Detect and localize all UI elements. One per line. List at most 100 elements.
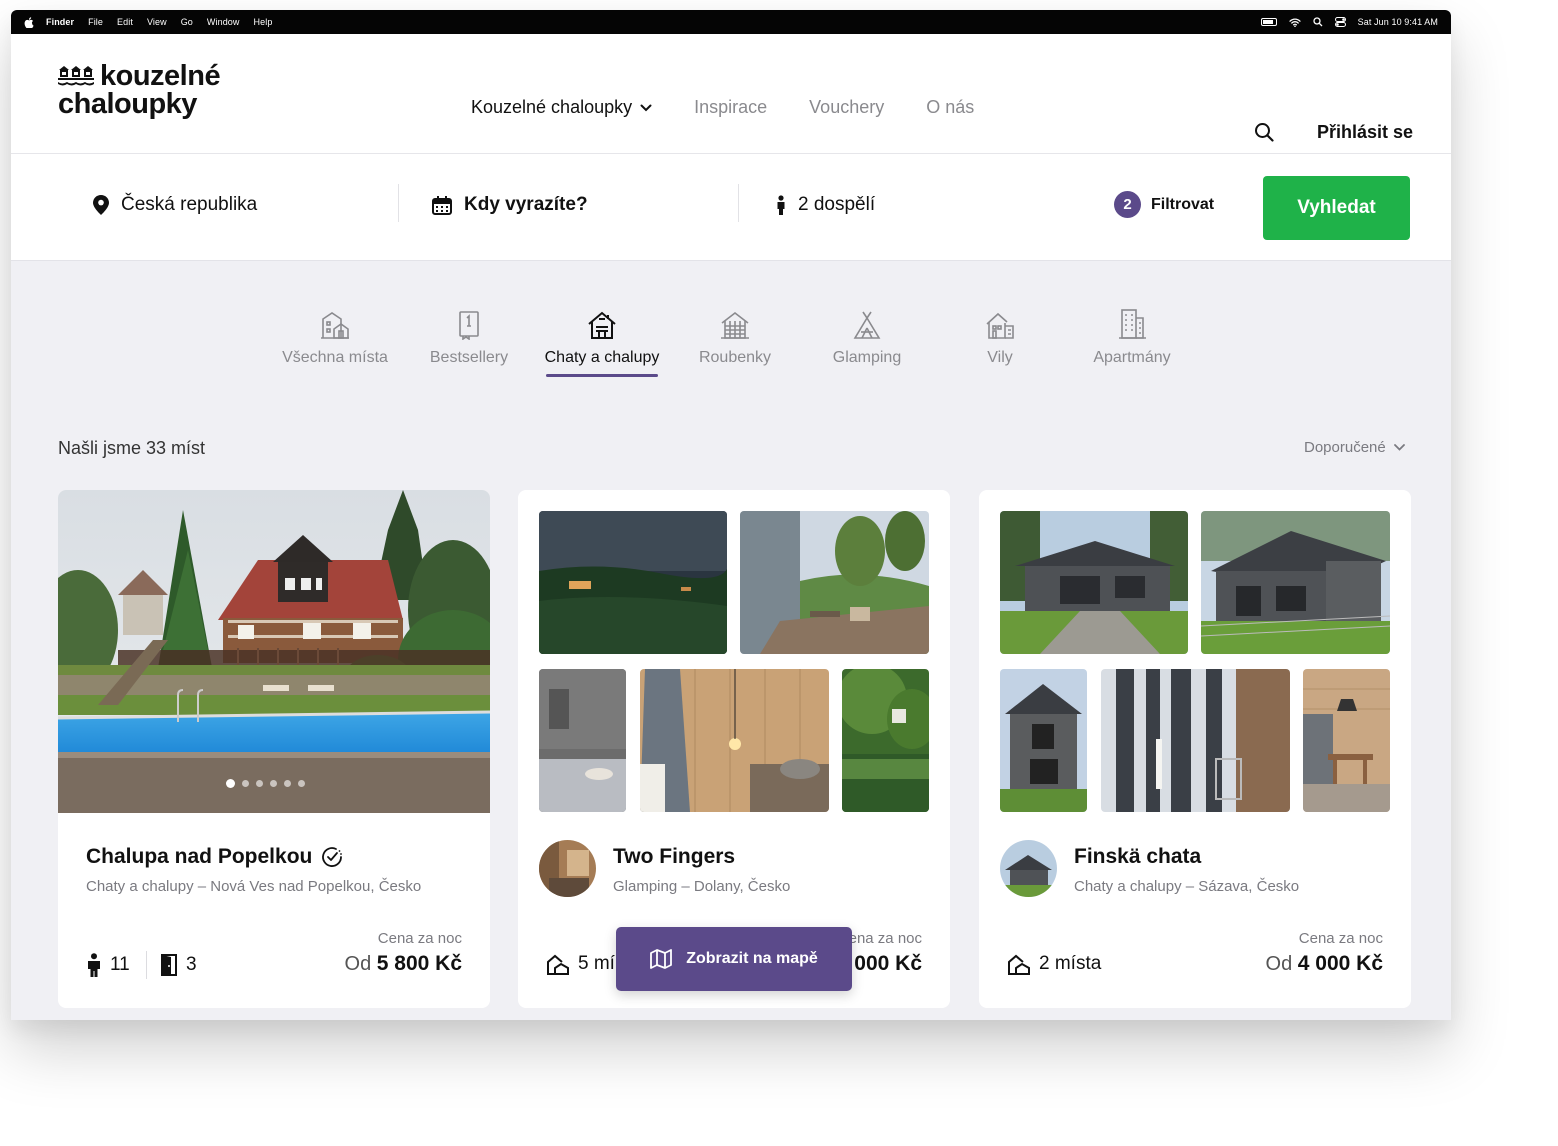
nav-o-nas[interactable]: O nás <box>926 97 974 118</box>
map-pin-icon <box>93 195 109 215</box>
date-field[interactable]: Kdy vyrazíte? <box>432 194 588 216</box>
log-cabin-icon <box>721 311 749 339</box>
avatar <box>539 840 596 897</box>
search-bar: Česká republika Kdy vyrazíte? 2 dospělí … <box>11 154 1451 261</box>
listing-photo[interactable] <box>1101 669 1290 812</box>
finnish-cabin-side-photo-image <box>1201 511 1390 654</box>
category-all-places[interactable]: Všechna místa <box>270 306 400 367</box>
category-tabs: Všechna místa Bestsellery Chaty a chalup… <box>11 306 1451 396</box>
carousel-dot[interactable] <box>270 780 277 787</box>
wifi-icon[interactable] <box>1288 17 1301 27</box>
tent-icon <box>853 311 881 339</box>
filter-count-badge: 2 <box>1114 191 1141 218</box>
location-field[interactable]: Česká republika <box>93 194 257 216</box>
results-count: Našli jsme 33 míst <box>58 438 206 458</box>
listing-subtitle: Chaty a chalupy – Sázava, Česko <box>1074 878 1300 895</box>
nav-inspirace[interactable]: Inspirace <box>694 97 767 118</box>
listing-subtitle: Chaty a chalupy – Nová Ves nad Popelkou,… <box>86 878 422 895</box>
menu-window[interactable]: Window <box>207 17 240 27</box>
glamping-night-photo-image <box>539 511 727 654</box>
listing-photo[interactable] <box>1000 669 1087 812</box>
guest-count: 11 <box>110 954 130 975</box>
category-villas[interactable]: Vily <box>935 306 1065 367</box>
listing-photo[interactable] <box>539 511 727 654</box>
listing-title[interactable]: Finskä chata <box>1074 845 1201 869</box>
menu-file[interactable]: File <box>88 17 103 27</box>
menu-edit[interactable]: Edit <box>117 17 133 27</box>
logo-text-line2: chaloupky <box>58 88 197 120</box>
nav-kouzelne-chaloupky[interactable]: Kouzelné chaloupky <box>471 97 652 118</box>
all-places-icon <box>321 312 349 339</box>
listing-card[interactable]: Finskä chata Chaty a chalupy – Sázava, Č… <box>979 490 1411 1008</box>
category-cottages[interactable]: Chaty a chalupy <box>537 306 667 377</box>
category-glamping[interactable]: Glamping <box>802 306 932 367</box>
guest-capacity: 11 <box>86 953 130 977</box>
category-apartments[interactable]: Apartmány <box>1067 306 1197 367</box>
places-count: 2 místa <box>1039 953 1102 974</box>
listing-photo[interactable] <box>539 669 626 812</box>
site-logo[interactable]: kouzelné chaloupky <box>58 60 221 120</box>
category-log-cabins[interactable]: Roubenky <box>670 306 800 367</box>
listing-photo[interactable] <box>640 669 829 812</box>
category-label: Glamping <box>832 349 902 366</box>
search-icon[interactable] <box>1254 122 1274 142</box>
menu-clock[interactable]: Sat Jun 10 9:41 AM <box>1358 17 1438 27</box>
category-label: Roubenky <box>698 349 772 366</box>
avatar-photo-image <box>1000 840 1057 897</box>
guests-field[interactable]: 2 dospělí <box>776 194 875 216</box>
menu-app-name[interactable]: Finder <box>46 17 74 27</box>
sort-dropdown[interactable]: Doporučené <box>1304 439 1405 456</box>
curtains-candle-photo-image <box>1101 669 1290 812</box>
price: Od 5 800 Kč <box>345 952 462 976</box>
listing-title[interactable]: Chalupa nad Popelkou <box>86 845 344 869</box>
listing-photo[interactable] <box>1303 669 1390 812</box>
menu-help[interactable]: Help <box>254 17 273 27</box>
house-places-icon <box>547 954 569 975</box>
price-value: 000 Kč <box>854 952 922 975</box>
menu-view[interactable]: View <box>147 17 167 27</box>
category-bestsellers[interactable]: Bestsellery <box>404 306 534 367</box>
listing-card[interactable]: Chalupa nad Popelkou Chaty a chalupy – N… <box>58 490 490 1008</box>
listing-photo[interactable] <box>1000 511 1188 654</box>
forest-pond-photo-image <box>842 669 929 812</box>
person-icon <box>777 195 785 215</box>
places-count: 5 mí <box>578 953 615 974</box>
listing-photo[interactable] <box>740 511 929 654</box>
site-header: kouzelné chaloupky Kouzelné chaloupky In… <box>11 34 1451 154</box>
carousel-dot[interactable] <box>256 780 263 787</box>
carousel-dot[interactable] <box>284 780 291 787</box>
nav-vouchery[interactable]: Vouchery <box>809 97 884 118</box>
filter-label: Filtrovat <box>1151 195 1215 213</box>
cottage-photo-image <box>58 490 490 813</box>
room-count: 3 <box>186 954 197 975</box>
filter-button[interactable]: 2 Filtrovat <box>1114 191 1214 218</box>
battery-icon[interactable] <box>1260 18 1277 26</box>
main-nav: Kouzelné chaloupky Inspirace Vouchery O … <box>471 97 974 118</box>
menu-go[interactable]: Go <box>181 17 193 27</box>
logo-text-line1: kouzelné <box>100 60 221 92</box>
show-map-button[interactable]: Zobrazit na mapě <box>616 927 852 991</box>
spotlight-icon[interactable] <box>1312 17 1323 27</box>
login-link[interactable]: Přihlásit se <box>1317 122 1413 143</box>
listing-photo[interactable] <box>1201 511 1390 654</box>
category-label: Apartmány <box>1093 349 1171 366</box>
apple-icon[interactable] <box>24 16 34 28</box>
listing-title[interactable]: Two Fingers <box>613 845 735 869</box>
verified-badge-icon <box>322 847 343 867</box>
house-places-icon <box>1008 954 1030 975</box>
carousel-dot[interactable] <box>242 780 249 787</box>
carousel-dot[interactable] <box>226 779 235 788</box>
listing-photo[interactable] <box>58 490 490 813</box>
search-submit-button[interactable]: Vyhledat <box>1263 176 1410 240</box>
places-stat: 2 místa <box>1007 953 1101 975</box>
browser-window: Finder File Edit View Go Window Help Sat… <box>11 10 1451 1020</box>
show-map-label: Zobrazit na mapě <box>686 950 818 967</box>
carousel-dot[interactable] <box>298 780 305 787</box>
category-label: Všechna místa <box>282 349 388 366</box>
price-value: 5 800 Kč <box>376 952 462 975</box>
control-center-icon[interactable] <box>1334 17 1346 27</box>
price-from: Od <box>1265 953 1293 975</box>
listing-photo[interactable] <box>842 669 929 812</box>
price-label: Cena za noc <box>1298 930 1383 947</box>
price: Od 4 000 Kč <box>1266 952 1383 976</box>
